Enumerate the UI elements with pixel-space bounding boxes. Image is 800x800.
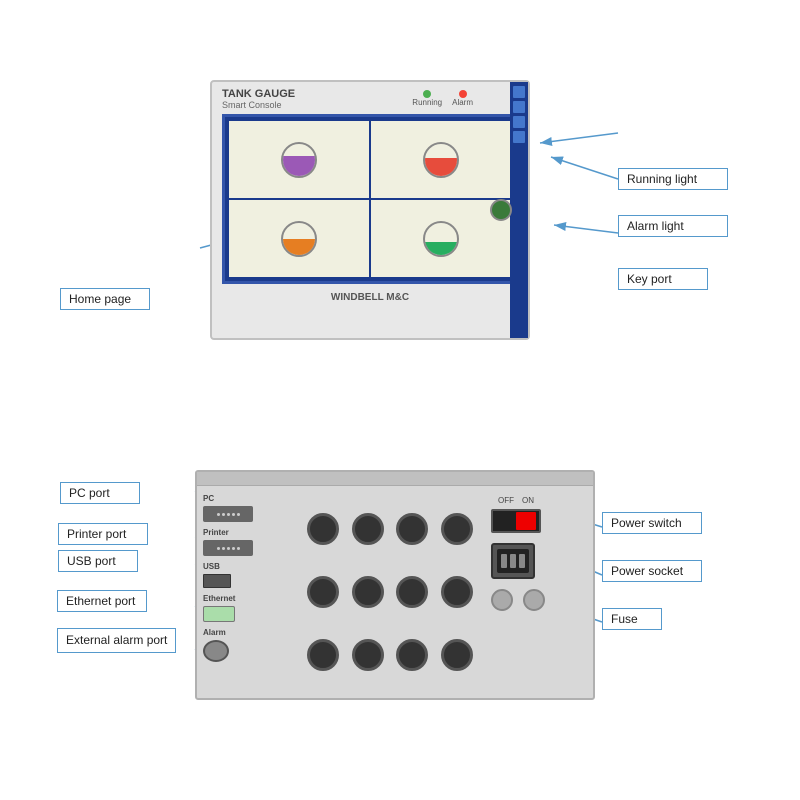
panel-strip	[197, 472, 593, 486]
round-port-4	[441, 513, 473, 545]
sidebar-btn-3[interactable]	[513, 116, 525, 128]
power-switch-label: Power switch	[602, 512, 702, 534]
pc-port-group: PC	[203, 494, 291, 522]
pc-port-label: PC port	[60, 482, 140, 504]
sidebar-btn-4[interactable]	[513, 131, 525, 143]
printer-port-label: Printer port	[58, 523, 148, 545]
round-port-6	[352, 576, 384, 608]
power-switch-area: OFF ON	[491, 496, 541, 533]
running-light-dot	[423, 90, 431, 98]
home-page-label: Home page	[60, 288, 150, 310]
usb-connector	[203, 574, 231, 588]
pc-connector	[203, 506, 253, 522]
round-port-10	[352, 639, 384, 671]
fuse-area	[491, 589, 545, 611]
printer-port-group: Printer	[203, 528, 291, 556]
key-port-label: Key port	[618, 268, 708, 290]
power-socket-iec	[491, 543, 535, 579]
panel-middle-ports	[297, 486, 483, 698]
round-port-1	[307, 513, 339, 545]
top-section: TANK GAUGE Smart Console Running Alarm	[0, 60, 800, 400]
running-light-indicator: Running	[412, 90, 442, 107]
tank-gauge-console: TANK GAUGE Smart Console Running Alarm	[210, 80, 530, 340]
bottom-section: PC Printer	[0, 430, 800, 790]
alarm-port-group: Alarm	[203, 628, 291, 662]
ethernet-connector	[203, 606, 235, 622]
ethernet-port-group: Ethernet	[203, 594, 291, 622]
screen-quad-2	[371, 121, 511, 198]
screen-quad-3	[229, 200, 369, 277]
screen-quad-1	[229, 121, 369, 198]
round-port-3	[396, 513, 428, 545]
round-port-9	[307, 639, 339, 671]
sidebar-btn-2[interactable]	[513, 101, 525, 113]
tank-2	[423, 142, 459, 178]
screen-sidebar	[510, 82, 528, 338]
fuse-label: Fuse	[602, 608, 662, 630]
alarm-light-dot	[459, 90, 467, 98]
ethernet-port-label: Ethernet port	[57, 590, 147, 612]
usb-port-group: USB	[203, 562, 291, 588]
round-port-2	[352, 513, 384, 545]
sidebar-btn-1[interactable]	[513, 86, 525, 98]
key-port-button[interactable]	[490, 199, 512, 221]
round-port-8	[441, 576, 473, 608]
console-sub-title: Smart Console	[222, 100, 518, 110]
round-port-7	[396, 576, 428, 608]
console-header: TANK GAUGE Smart Console	[212, 82, 528, 112]
tank-1	[281, 142, 317, 178]
running-light-label: Running light	[618, 168, 728, 190]
tank-4	[423, 221, 459, 257]
external-alarm-port-label: External alarm port	[57, 628, 176, 653]
round-port-5	[307, 576, 339, 608]
console-screen	[222, 114, 518, 284]
panel-content: PC Printer	[197, 486, 593, 698]
alarm-light-label: Alarm light	[618, 215, 728, 237]
back-panel: PC Printer	[195, 470, 595, 700]
manufacturer-label: WINDBELL M&C	[212, 290, 528, 305]
printer-connector	[203, 540, 253, 556]
alarm-light-indicator: Alarm	[452, 90, 473, 107]
console-lights: Running Alarm	[412, 90, 473, 107]
round-port-11	[396, 639, 428, 671]
round-port-12	[441, 639, 473, 671]
alarm-connector	[203, 640, 229, 662]
fuse-2	[523, 589, 545, 611]
tank-3	[281, 221, 317, 257]
fuse-1	[491, 589, 513, 611]
console-brand-title: TANK GAUGE	[222, 88, 518, 100]
panel-right-power: OFF ON	[483, 486, 593, 698]
power-socket-label: Power socket	[602, 560, 702, 582]
power-switch-rocker[interactable]	[491, 509, 541, 533]
usb-port-label: USB port	[58, 550, 138, 572]
panel-left-ports: PC Printer	[197, 486, 297, 698]
rocker-on-indicator	[516, 512, 536, 530]
